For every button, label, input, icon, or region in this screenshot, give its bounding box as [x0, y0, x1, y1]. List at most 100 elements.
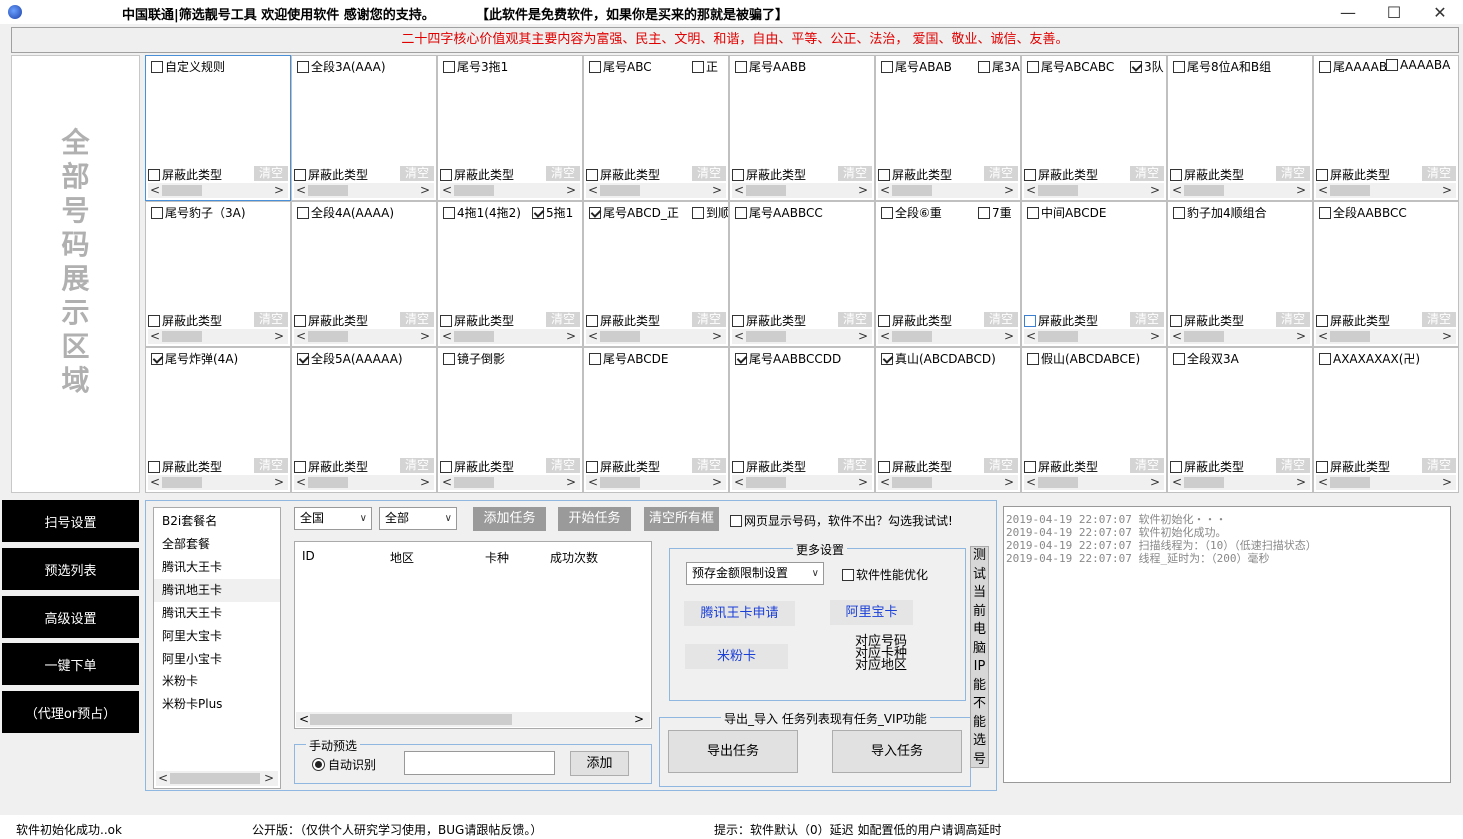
close-button[interactable]: ✕: [1417, 0, 1463, 24]
checkbox-box[interactable]: [297, 206, 309, 219]
checkbox-box[interactable]: [1316, 314, 1328, 327]
checkbox-box[interactable]: [586, 168, 598, 181]
number-type-cell[interactable]: 全段3A(AAA) 屏蔽此类型 清空 < >: [291, 55, 437, 201]
block-type-checkbox[interactable]: 屏蔽此类型: [440, 458, 514, 475]
checkbox-box[interactable]: [1024, 314, 1036, 327]
card-type-select[interactable]: 全部 ∨: [379, 507, 457, 530]
clear-button[interactable]: 清空: [692, 312, 726, 327]
type-checkbox[interactable]: 真山(ABCDABCD): [881, 350, 996, 367]
number-type-cell[interactable]: 自定义规则 屏蔽此类型 清空 < >: [145, 55, 291, 201]
type-checkbox[interactable]: 尾号ABCDE: [589, 350, 668, 367]
checkbox-box[interactable]: [692, 60, 704, 73]
checkbox-box[interactable]: [443, 352, 455, 365]
extra-option-checkbox[interactable]: 3队: [1130, 58, 1164, 75]
cell-scrollbar[interactable]: < >: [732, 329, 872, 344]
cell-scrollbar[interactable]: < >: [586, 183, 726, 198]
scroll-right-icon[interactable]: >: [1296, 183, 1306, 198]
block-type-checkbox[interactable]: 屏蔽此类型: [586, 458, 660, 475]
type-checkbox[interactable]: 豹子加4顺组合: [1173, 204, 1267, 221]
checkbox-box[interactable]: [294, 314, 306, 327]
clear-button[interactable]: 清空: [400, 166, 434, 181]
number-type-cell[interactable]: 尾号ABCDE 屏蔽此类型 清空 < >: [583, 347, 729, 493]
number-type-cell[interactable]: 尾号AABBCC 屏蔽此类型 清空 < >: [729, 201, 875, 347]
cell-scrollbar[interactable]: < >: [878, 329, 1018, 344]
scroll-right-icon[interactable]: >: [634, 712, 644, 727]
list-item[interactable]: 阿里小宝卡: [154, 648, 280, 671]
checkbox-box[interactable]: [692, 206, 704, 219]
type-checkbox[interactable]: 尾号AABBCCDD: [735, 350, 841, 367]
list-item[interactable]: 阿里大宝卡: [154, 625, 280, 648]
checkbox-box[interactable]: [589, 206, 601, 219]
type-checkbox[interactable]: 尾号ABAB: [881, 58, 952, 75]
clear-button[interactable]: 清空: [1422, 166, 1456, 181]
scroll-right-icon[interactable]: >: [858, 183, 868, 198]
type-checkbox[interactable]: 全段双3A: [1173, 350, 1239, 367]
checkbox-box[interactable]: [732, 460, 744, 473]
list-item[interactable]: 米粉卡: [154, 670, 280, 693]
clear-button[interactable]: 清空: [692, 166, 726, 181]
scroll-right-icon[interactable]: >: [858, 475, 868, 490]
scroll-thumb[interactable]: [454, 477, 494, 488]
clear-button[interactable]: 清空: [254, 312, 288, 327]
scroll-left-icon[interactable]: <: [880, 475, 890, 490]
scroll-left-icon[interactable]: <: [734, 329, 744, 344]
checkbox-box[interactable]: [881, 352, 893, 365]
scroll-left-icon[interactable]: <: [1172, 183, 1182, 198]
scroll-right-icon[interactable]: >: [1150, 329, 1160, 344]
scroll-thumb[interactable]: [1330, 185, 1370, 196]
checkbox-box[interactable]: [732, 168, 744, 181]
scroll-right-icon[interactable]: >: [1442, 183, 1452, 198]
list-item[interactable]: 腾讯大王卡: [154, 556, 280, 579]
checkbox-box[interactable]: [1319, 206, 1331, 219]
type-checkbox[interactable]: 尾号8位A和B组: [1173, 58, 1271, 75]
cell-scrollbar[interactable]: < >: [586, 329, 726, 344]
scroll-left-icon[interactable]: <: [299, 712, 309, 727]
scroll-thumb[interactable]: [600, 331, 640, 342]
clear-button[interactable]: 清空: [1422, 458, 1456, 473]
column-header-success[interactable]: 成功次数: [550, 549, 598, 566]
perf-optimize-checkbox[interactable]: 软件性能优化: [842, 566, 928, 583]
cell-scrollbar[interactable]: < >: [148, 183, 288, 198]
type-checkbox[interactable]: 4拖1(4拖2): [443, 204, 521, 221]
clear-button[interactable]: 清空: [546, 312, 580, 327]
clear-button[interactable]: 清空: [1130, 312, 1164, 327]
scroll-left-icon[interactable]: <: [734, 475, 744, 490]
checkbox-box[interactable]: [732, 314, 744, 327]
scroll-left-icon[interactable]: <: [734, 183, 744, 198]
scroll-right-icon[interactable]: >: [420, 183, 430, 198]
scroll-right-icon[interactable]: >: [1004, 183, 1014, 198]
number-type-cell[interactable]: 尾号8位A和B组 屏蔽此类型 清空 < >: [1167, 55, 1313, 201]
type-checkbox[interactable]: 全段AABBCC: [1319, 204, 1407, 221]
scroll-left-icon[interactable]: <: [1172, 329, 1182, 344]
scroll-left-icon[interactable]: <: [150, 329, 160, 344]
cell-scrollbar[interactable]: < >: [148, 329, 288, 344]
cell-scrollbar[interactable]: < >: [1170, 183, 1310, 198]
cell-scrollbar[interactable]: < >: [878, 475, 1018, 490]
scroll-left-icon[interactable]: <: [588, 329, 598, 344]
export-tasks-button[interactable]: 导出任务: [668, 730, 798, 773]
checkbox-box[interactable]: [878, 460, 890, 473]
checkbox-box[interactable]: [881, 60, 893, 73]
scroll-right-icon[interactable]: >: [566, 183, 576, 198]
deposit-limit-select[interactable]: 预存金额限制设置 ∨: [686, 562, 824, 585]
clear-button[interactable]: 清空: [984, 458, 1018, 473]
scroll-left-icon[interactable]: <: [296, 329, 306, 344]
checkbox-box[interactable]: [1024, 460, 1036, 473]
type-checkbox[interactable]: 尾号豹子（3A): [151, 204, 246, 221]
block-type-checkbox[interactable]: 屏蔽此类型: [294, 458, 368, 475]
scroll-thumb[interactable]: [308, 331, 348, 342]
type-checkbox[interactable]: 尾号炸弹(4A): [151, 350, 238, 367]
type-checkbox[interactable]: AXAXAXAX(卍): [1319, 350, 1420, 367]
number-type-cell[interactable]: 全段4A(AAAA) 屏蔽此类型 清空 < >: [291, 201, 437, 347]
extra-option-checkbox[interactable]: 尾3AB: [978, 58, 1020, 75]
number-type-cell[interactable]: 尾号ABAB尾3AB屏蔽此类型清空<>: [875, 55, 1021, 201]
scroll-left-icon[interactable]: <: [442, 329, 452, 344]
checkbox-box[interactable]: [878, 168, 890, 181]
cell-scrollbar[interactable]: < >: [1316, 475, 1456, 490]
cell-scrollbar[interactable]: < >: [148, 475, 288, 490]
cell-scrollbar[interactable]: < >: [586, 475, 726, 490]
scroll-right-icon[interactable]: >: [1150, 183, 1160, 198]
scroll-left-icon[interactable]: <: [588, 475, 598, 490]
add-task-button[interactable]: 添加任务: [473, 507, 546, 531]
scroll-right-icon[interactable]: >: [1004, 329, 1014, 344]
